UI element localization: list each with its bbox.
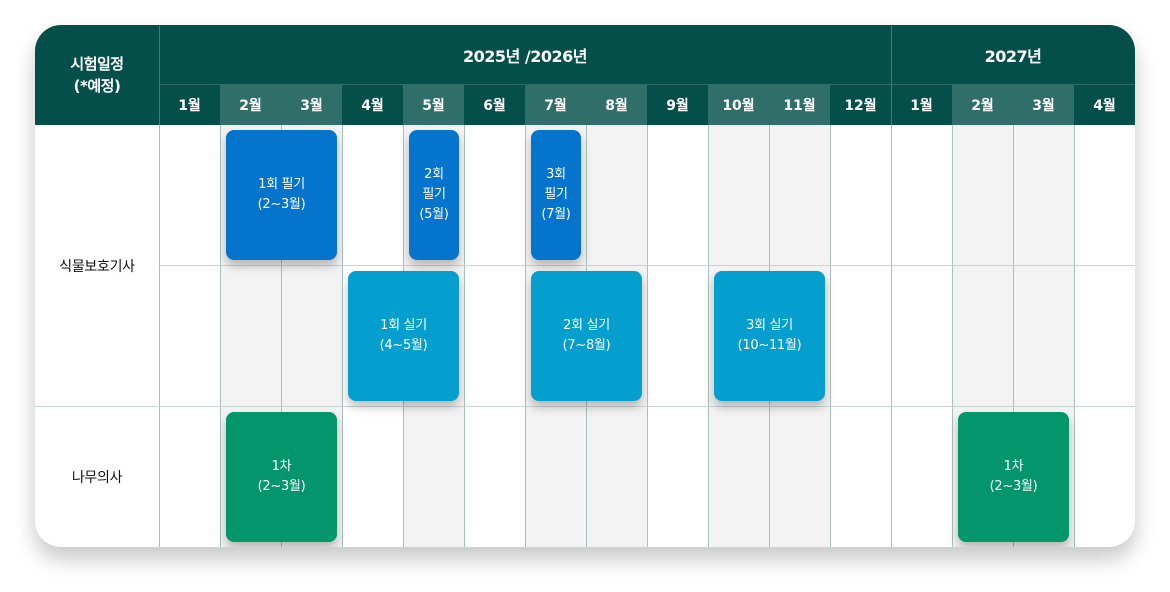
year-range-label: 2025년 /2026년 bbox=[463, 46, 587, 66]
grid-line bbox=[952, 125, 953, 547]
block-text: (2~3월) bbox=[257, 197, 306, 212]
practical-exam-2-block: 2회 실기 (7~8월) bbox=[531, 271, 642, 401]
tree-doctor-first-exam-block: 1차 (2~3월) bbox=[226, 412, 337, 542]
schedule-corner-label: 시험일정 (*예정) bbox=[35, 25, 159, 125]
header-divider bbox=[159, 84, 1135, 85]
header-divider bbox=[891, 25, 892, 125]
grid-line bbox=[891, 125, 892, 547]
practical-exam-1-block: 1회 실기 (4~5월) bbox=[348, 271, 459, 401]
month-header: 1월 bbox=[159, 84, 220, 125]
month-header: 4월 bbox=[342, 84, 403, 125]
block-text: 1회 실기 bbox=[380, 318, 427, 333]
tree-doctor-first-exam-block: 1차 (2~3월) bbox=[958, 412, 1069, 542]
month-header: 12월 bbox=[830, 84, 891, 125]
month-header: 3월 bbox=[281, 84, 342, 125]
grid-line bbox=[647, 125, 648, 547]
month-header: 2월 bbox=[220, 84, 281, 125]
month-header: 7월 bbox=[525, 84, 586, 125]
corner-note: (*예정) bbox=[73, 77, 121, 95]
month-header: 3월 bbox=[1013, 84, 1074, 125]
block-text: (7월) bbox=[541, 207, 571, 222]
row-label-plant-protection: 식물보호기사 bbox=[59, 258, 135, 275]
grid-line bbox=[708, 125, 709, 547]
grid-line bbox=[220, 125, 221, 547]
month-header: 2월 bbox=[952, 84, 1013, 125]
block-text: 1회 필기 bbox=[258, 177, 305, 192]
block-text: (10~11월) bbox=[737, 338, 802, 353]
month-header: 4월 bbox=[1074, 84, 1135, 125]
grid-line bbox=[1074, 125, 1075, 547]
written-exam-1-block: 1회 필기 (2~3월) bbox=[226, 130, 337, 260]
header-divider bbox=[159, 25, 160, 125]
block-text: 3회 bbox=[546, 167, 566, 182]
corner-title: 시험일정 bbox=[70, 55, 124, 73]
month-header: 6월 bbox=[464, 84, 525, 125]
exam-schedule-table: 시험일정 (*예정) 2025년 /2026년 2027년 1월 2월 3월 4… bbox=[35, 25, 1135, 547]
block-text: (7~8월) bbox=[562, 338, 611, 353]
grid-line bbox=[342, 125, 343, 547]
block-text: (2~3월) bbox=[257, 479, 306, 494]
block-text: 2회 실기 bbox=[563, 318, 610, 333]
block-text: 1차 bbox=[1003, 459, 1024, 474]
month-header: 5월 bbox=[403, 84, 464, 125]
block-text: 1차 bbox=[271, 459, 292, 474]
written-exam-2-block: 2회 필기 (5월) bbox=[409, 130, 459, 260]
block-text: 3회 실기 bbox=[746, 318, 793, 333]
schedule-header: 시험일정 (*예정) 2025년 /2026년 2027년 1월 2월 3월 4… bbox=[35, 25, 1135, 125]
block-text: 필기 bbox=[422, 187, 446, 202]
grid-line bbox=[159, 265, 1135, 266]
grid-line bbox=[830, 125, 831, 547]
block-text: (2~3월) bbox=[989, 479, 1038, 494]
practical-exam-3-block: 3회 실기 (10~11월) bbox=[714, 271, 825, 401]
block-text: 필기 bbox=[544, 187, 568, 202]
block-text: 2회 bbox=[424, 167, 444, 182]
grid-line bbox=[464, 125, 465, 547]
month-header: 11월 bbox=[769, 84, 830, 125]
grid-line bbox=[525, 125, 526, 547]
written-exam-3-block: 3회 필기 (7월) bbox=[531, 130, 581, 260]
year-next-label: 2027년 bbox=[984, 46, 1042, 66]
month-header: 8월 bbox=[586, 84, 647, 125]
row-label-tree-doctor: 나무의사 bbox=[71, 469, 123, 486]
grid-line bbox=[159, 125, 160, 547]
block-text: (5월) bbox=[419, 207, 449, 222]
month-header: 10월 bbox=[708, 84, 769, 125]
month-header: 9월 bbox=[647, 84, 708, 125]
month-header: 1월 bbox=[891, 84, 952, 125]
grid-line bbox=[35, 406, 1135, 407]
block-text: (4~5월) bbox=[379, 338, 428, 353]
